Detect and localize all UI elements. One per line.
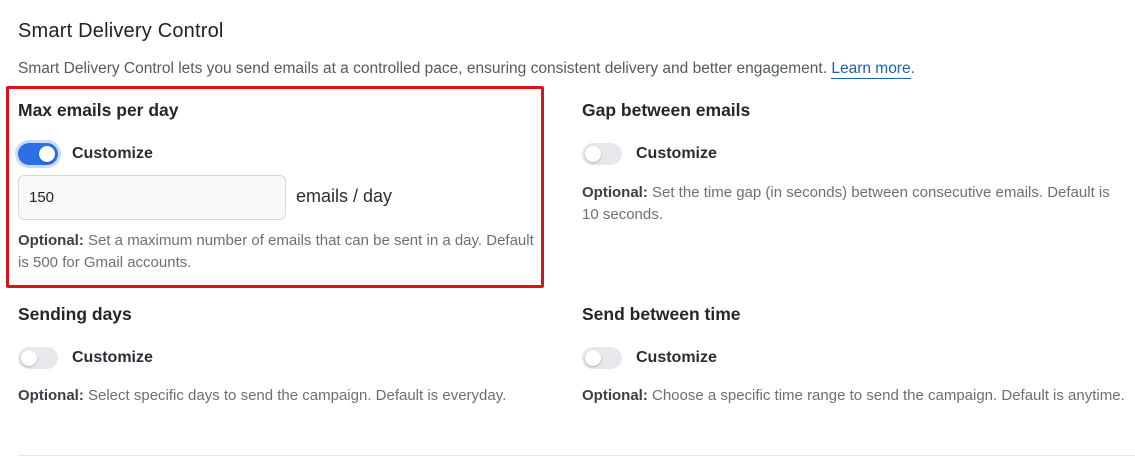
sending-days-section: Sending days — [18, 304, 132, 325]
note-text: Select specific days to send the campaig… — [83, 387, 507, 404]
gap-toggle-row: Customize — [582, 143, 717, 165]
page-title: Smart Delivery Control — [18, 20, 224, 42]
note-text: Choose a specific time range to send the… — [647, 387, 1125, 404]
sending-days-note: Optional: Select specific days to send t… — [18, 385, 518, 407]
gap-note: Optional: Set the time gap (in seconds) … — [582, 182, 1112, 226]
toggle-knob — [585, 146, 601, 162]
description-period: . — [910, 60, 915, 77]
send-between-section: Send between time — [582, 304, 741, 325]
sending-days-toggle-row: Customize — [18, 347, 153, 369]
gap-title: Gap between emails — [582, 100, 751, 120]
smart-delivery-control-panel: Smart Delivery Control Smart Delivery Co… — [0, 0, 1135, 460]
sending-days-title: Sending days — [18, 304, 132, 324]
send-between-title: Send between time — [582, 304, 741, 324]
note-prefix: Optional: — [582, 184, 648, 201]
toggle-knob — [21, 350, 37, 366]
sending-days-customize-toggle[interactable] — [18, 347, 58, 369]
send-between-note: Optional: Choose a specific time range t… — [582, 385, 1127, 407]
gap-customize-label: Customize — [636, 145, 717, 162]
send-between-customize-label: Customize — [636, 349, 717, 366]
sending-days-customize-label: Customize — [72, 349, 153, 366]
toggle-knob — [585, 350, 601, 366]
send-between-customize-toggle[interactable] — [582, 347, 622, 369]
note-prefix: Optional: — [18, 387, 84, 404]
description-text: Smart Delivery Control lets you send ema… — [18, 60, 832, 77]
highlight-box — [6, 86, 544, 288]
gap-section: Gap between emails — [582, 100, 750, 121]
note-text: Set the time gap (in seconds) between co… — [582, 184, 1110, 223]
bottom-divider — [18, 455, 1135, 456]
send-between-toggle-row: Customize — [582, 347, 717, 369]
page-description: Smart Delivery Control lets you send ema… — [18, 60, 915, 79]
note-prefix: Optional: — [582, 387, 648, 404]
gap-customize-toggle[interactable] — [582, 143, 622, 165]
learn-more-link[interactable]: Learn more — [831, 60, 911, 79]
